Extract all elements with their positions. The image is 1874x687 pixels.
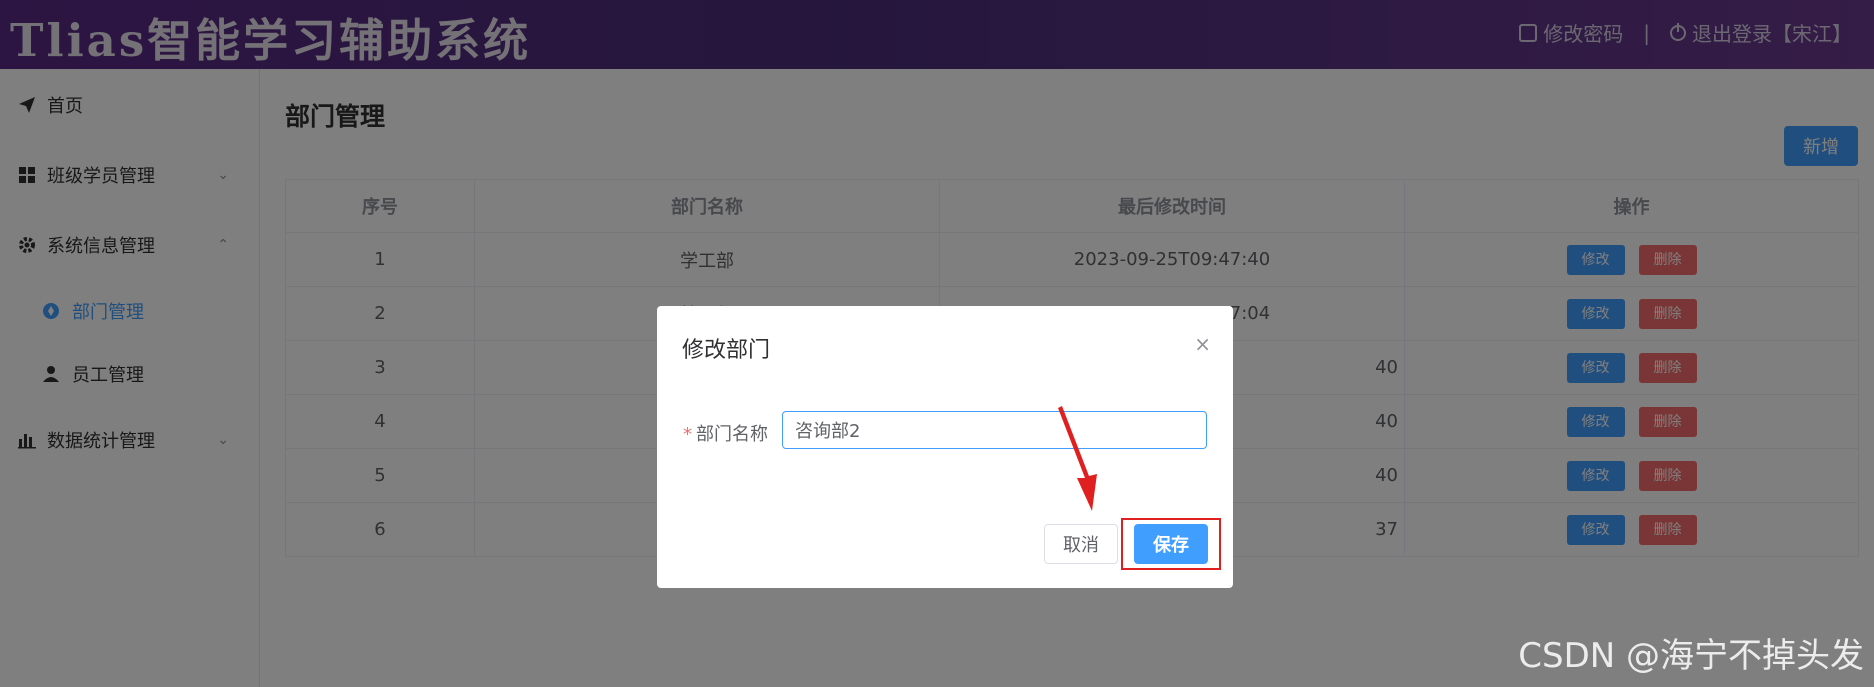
edit-department-dialog: 修改部门 × *部门名称 取消 保存 [657, 306, 1233, 588]
watermark: CSDN @海宁不掉头发 [1518, 636, 1864, 676]
annotation-arrow [1058, 406, 1097, 511]
